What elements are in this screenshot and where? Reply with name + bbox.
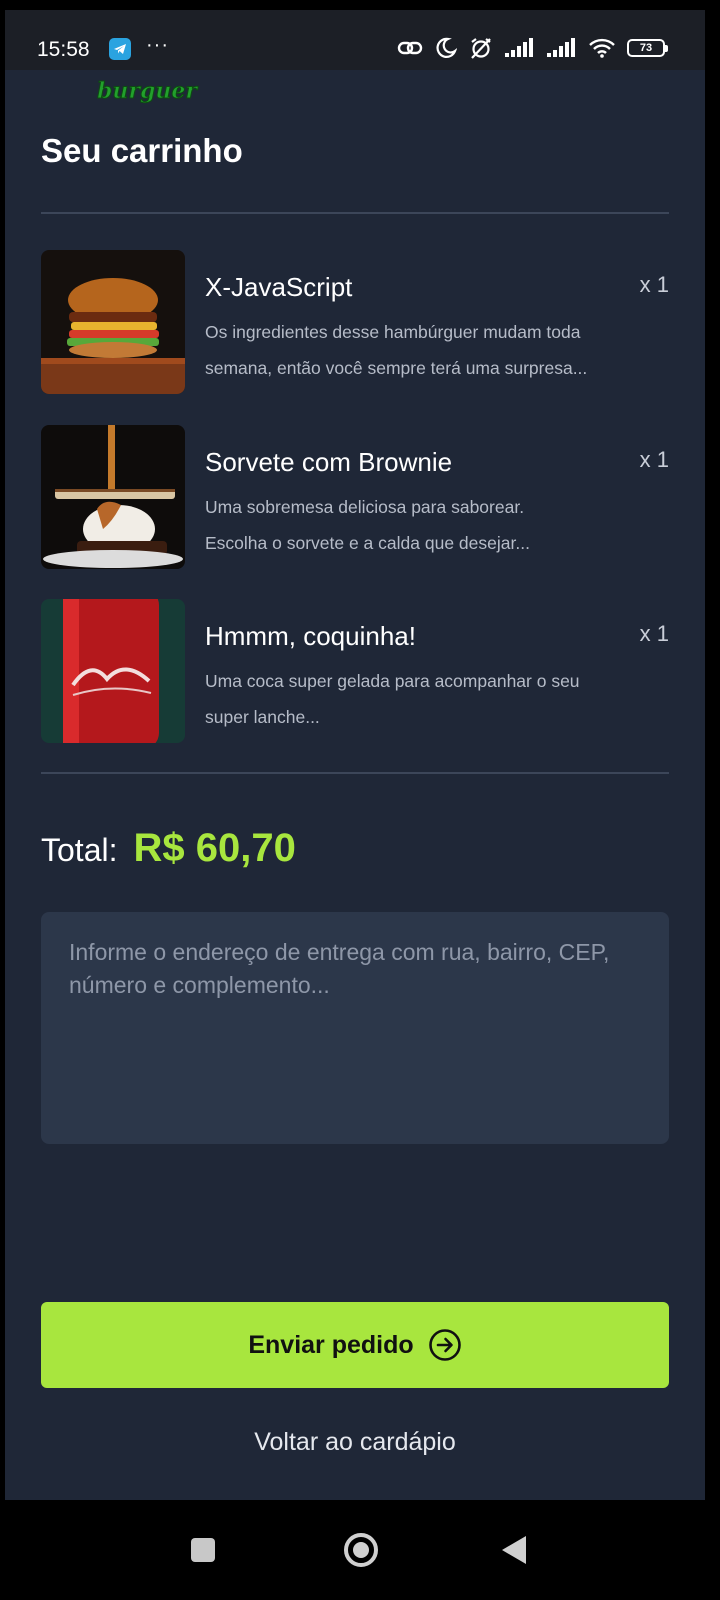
coca-cola-can-photo xyxy=(41,599,185,743)
app-screen: 15:58 ··· 73 burguer Seu carrinho X-Java… xyxy=(5,10,705,1500)
item-name: Hmmm, coquinha! xyxy=(205,621,416,651)
back-to-menu-link[interactable]: Voltar ao cardápio xyxy=(5,1428,705,1457)
more-notifications-icon: ··· xyxy=(146,34,169,56)
item-name: X-JavaScript xyxy=(205,272,353,302)
address-input[interactable] xyxy=(41,912,669,1144)
arrow-right-circle-icon xyxy=(428,1329,461,1361)
total-value: R$ 60,70 xyxy=(133,826,296,870)
signal-icon-2 xyxy=(547,38,575,57)
status-bar: 15:58 ··· 73 xyxy=(5,10,705,70)
burger-photo xyxy=(41,250,185,394)
brand-logo: burguer xyxy=(97,78,198,105)
home-button[interactable] xyxy=(343,1532,379,1568)
order-total: Total: R$ 60,70 xyxy=(41,826,296,871)
link-icon xyxy=(397,41,423,55)
item-name: Sorvete com Brownie xyxy=(205,447,453,477)
signal-icon xyxy=(505,38,533,57)
cart-item: Sorvete com Brownie x 1 Uma sobremesa de… xyxy=(41,425,669,570)
total-label: Total: xyxy=(41,832,118,868)
item-description: Uma sobremesa deliciosa para saborear. E… xyxy=(205,497,530,553)
moon-icon xyxy=(436,37,457,58)
item-description: Os ingredientes desse hambúrguer mudam t… xyxy=(205,322,588,378)
send-order-button[interactable]: Enviar pedido xyxy=(41,1302,669,1388)
recents-button[interactable] xyxy=(191,1538,215,1562)
telegram-icon xyxy=(109,38,131,60)
divider xyxy=(41,212,669,214)
status-icons: 73 xyxy=(397,36,668,60)
system-nav-bar xyxy=(0,1500,720,1600)
page-title: Seu carrinho xyxy=(41,132,243,169)
wifi-icon xyxy=(589,38,615,58)
dessert-photo xyxy=(41,425,185,569)
back-button[interactable] xyxy=(500,1534,528,1566)
item-description: Uma coca super gelada para acompanhar o … xyxy=(205,671,580,727)
item-quantity: x 1 xyxy=(639,272,669,297)
alarm-off-icon xyxy=(471,38,491,59)
status-time: 15:58 xyxy=(37,38,90,61)
battery-icon: 73 xyxy=(627,39,668,57)
send-order-label: Enviar pedido xyxy=(248,1330,414,1359)
item-quantity: x 1 xyxy=(639,447,669,472)
divider xyxy=(41,772,669,774)
cart-item: X-JavaScript x 1 Os ingredientes desse h… xyxy=(41,250,669,395)
cart-item: Hmmm, coquinha! x 1 Uma coca super gelad… xyxy=(41,599,669,744)
item-quantity: x 1 xyxy=(639,621,669,646)
